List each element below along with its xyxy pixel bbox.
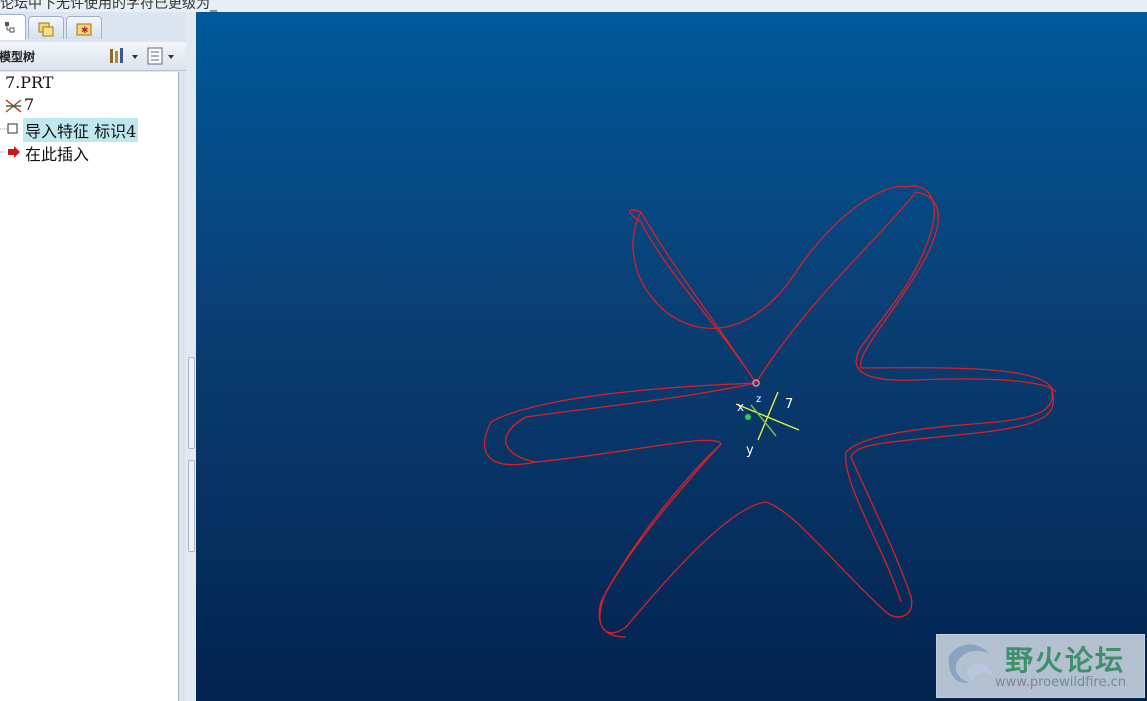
window-title: 论坛中下无许使用的字符已更级为_: [0, 0, 217, 12]
forum-watermark: 野火论坛 www.proewildfire.cn: [936, 634, 1145, 698]
x-axis-label: x: [737, 400, 744, 414]
csys-name-label: 7: [785, 397, 793, 412]
insert-here-arrow-icon: [0, 146, 20, 158]
coordinate-system: x y z 7: [735, 379, 800, 458]
navigator-tabs: ✱: [0, 14, 186, 40]
y-axis-label: y: [746, 443, 754, 458]
csys-icon: [5, 99, 22, 113]
watermark-url: www.proewildfire.cn: [995, 675, 1126, 690]
model-tree-title: 模型树: [0, 50, 36, 64]
model-scene: x y z 7: [483, 185, 1057, 638]
svg-text:✱: ✱: [81, 26, 89, 36]
folder-browser-icon: [38, 22, 54, 37]
graphics-viewport[interactable]: x y z 7: [196, 12, 1147, 701]
tab-model-tree[interactable]: [0, 14, 26, 40]
window-title-bar: 论坛中下无许使用的字符已更级为_: [0, 0, 1147, 12]
splitter-grip-upper[interactable]: [188, 357, 195, 449]
tree-item-label: 导入特征 标识4: [23, 118, 139, 142]
import-feature-icon: [0, 123, 18, 134]
panel-splitter[interactable]: [186, 12, 196, 701]
model-tree-icon: [5, 22, 15, 33]
z-axis-label: z: [756, 394, 761, 405]
favorites-icon: ✱: [76, 23, 92, 36]
tree-item-label: 7: [24, 95, 35, 114]
tree-settings-icon: [110, 48, 138, 63]
forum-logo-icon: [948, 644, 993, 683]
tree-item-label: 在此插入: [25, 145, 90, 164]
tab-folder-browser[interactable]: [28, 16, 64, 39]
tree-columns-button[interactable]: [146, 46, 180, 66]
model-tree: 7.PRT 7 导入特征 标识4 在此插入: [0, 72, 179, 701]
navigator-panel: ✱ 模型树 7.PRT 7 导入特征 标识4 在此插入: [0, 12, 186, 701]
model-tree-toolbar: 模型树: [0, 42, 186, 71]
splitter-grip-lower[interactable]: [188, 460, 195, 552]
tree-item-label: 7.PRT: [5, 73, 54, 92]
tree-columns-icon: [147, 47, 174, 65]
watermark-title: 野火论坛: [1005, 644, 1126, 677]
tree-settings-button[interactable]: [108, 46, 142, 66]
tab-favorites[interactable]: ✱: [66, 16, 102, 39]
